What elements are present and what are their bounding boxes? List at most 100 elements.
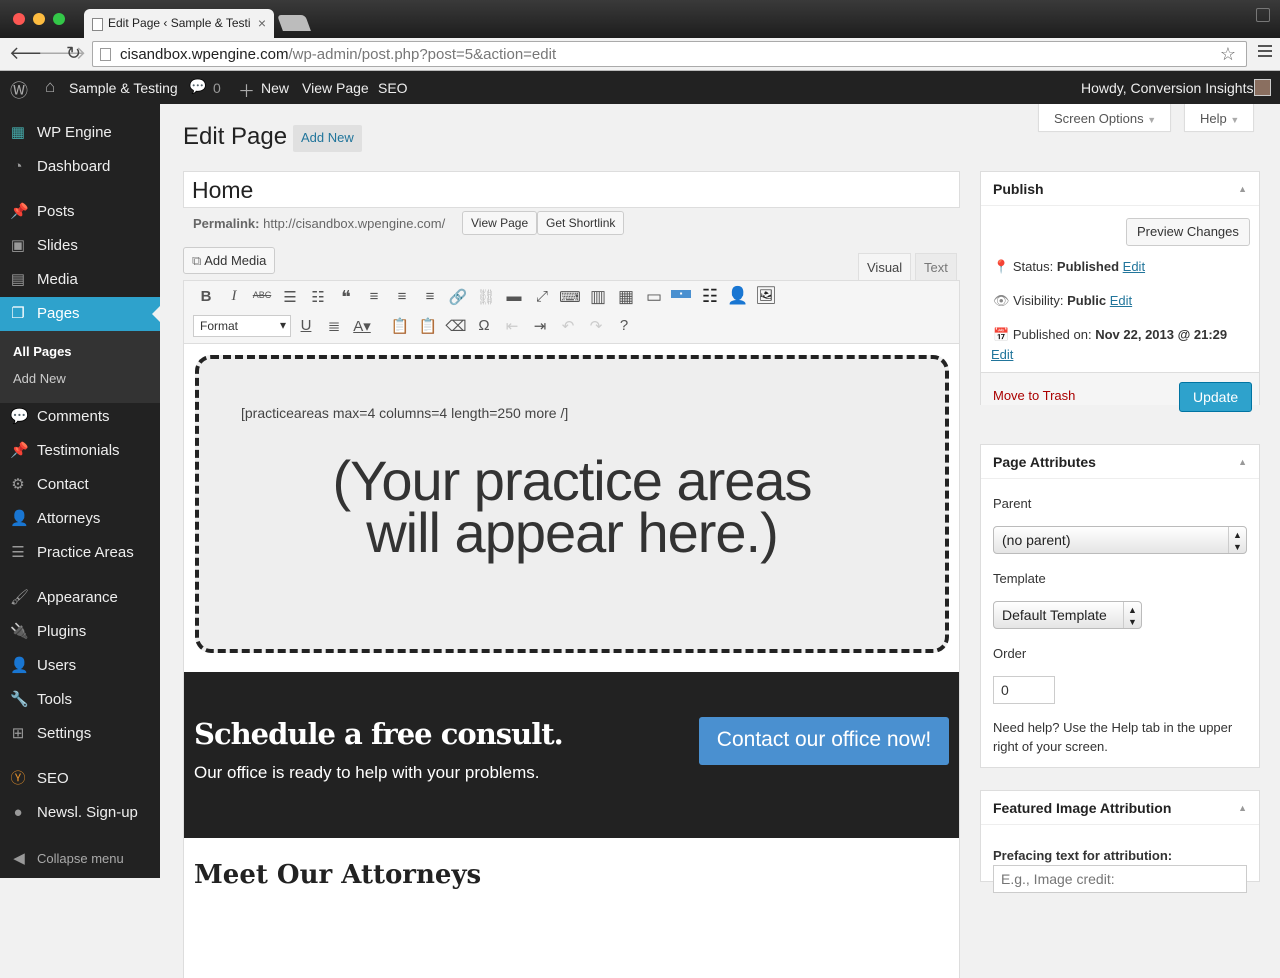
collapse-icon[interactable]: ▲	[1238, 184, 1247, 194]
site-name-link[interactable]: Sample & Testing	[69, 80, 178, 96]
browser-tab[interactable]: Edit Page ‹ Sample & Testi ×	[84, 9, 274, 38]
howdy-link[interactable]: Howdy, Conversion Insights	[1081, 80, 1253, 96]
toolbar-toggle-icon[interactable]: ⌨	[559, 288, 581, 306]
fullscreen-icon[interactable]	[1256, 8, 1270, 22]
preview-changes-button[interactable]: Preview Changes	[1126, 218, 1250, 246]
sidebar-item-posts[interactable]: 📌 Posts	[0, 195, 160, 229]
button-shortcode-icon[interactable]: ▪	[671, 290, 691, 298]
minimize-window-icon[interactable]	[33, 13, 45, 25]
close-window-icon[interactable]	[13, 13, 25, 25]
collapse-icon[interactable]: ▲	[1238, 457, 1247, 467]
outdent-icon[interactable]: ⇤	[501, 317, 523, 335]
edit-date-link[interactable]: Edit	[991, 347, 1013, 362]
featured-header[interactable]: Featured Image Attribution ▲	[981, 791, 1259, 825]
special-character-icon[interactable]: Ω	[473, 317, 495, 334]
underline-icon[interactable]: U	[295, 317, 317, 334]
format-select[interactable]: Format	[193, 315, 291, 337]
comment-icon[interactable]: 💬	[189, 78, 206, 95]
image-icon[interactable]: 🖼	[755, 286, 777, 306]
redo-icon[interactable]: ↷	[585, 317, 607, 335]
comments-count[interactable]: 0	[213, 80, 221, 96]
view-page-button[interactable]: View Page	[462, 211, 538, 235]
sidebar-item-testimonials[interactable]: 📌 Testimonials	[0, 434, 160, 468]
order-input[interactable]: 0	[993, 676, 1055, 704]
add-media-button[interactable]: ⧉ Add Media	[183, 247, 276, 274]
submenu-all-pages[interactable]: All Pages	[13, 344, 72, 359]
close-tab-icon[interactable]: ×	[258, 15, 266, 31]
new-link[interactable]: New	[261, 80, 289, 96]
home-icon[interactable]: ⌂	[45, 77, 55, 97]
sidebar-item-settings[interactable]: ⊞ Settings	[0, 717, 160, 751]
get-shortlink-button[interactable]: Get Shortlink	[537, 211, 625, 235]
paste-text-icon[interactable]: 📋	[389, 317, 411, 335]
numbered-list-icon[interactable]: ☷	[307, 288, 329, 306]
page-attributes-header[interactable]: Page Attributes ▲	[981, 445, 1259, 479]
collapse-menu-button[interactable]: ◀ Collapse menu	[0, 843, 160, 877]
grid-icon[interactable]: ▦	[615, 287, 637, 307]
update-button[interactable]: Update	[1179, 382, 1253, 412]
sidebar-item-seo[interactable]: Ⓨ SEO	[0, 762, 160, 796]
browser-menu-icon[interactable]	[1258, 45, 1272, 60]
align-left-icon[interactable]: ≡	[363, 288, 385, 305]
move-to-trash-link[interactable]: Move to Trash	[993, 388, 1075, 403]
blockquote-icon[interactable]: ❝	[335, 287, 357, 308]
sidebar-item-dashboard[interactable]: ◔ Dashboard	[0, 150, 160, 184]
reload-icon[interactable]: ↻	[66, 43, 81, 64]
sidebar-item-comments[interactable]: 💬 Comments	[0, 400, 160, 434]
sidebar-item-attorneys[interactable]: 👤 Attorneys	[0, 502, 160, 536]
url-input[interactable]: cisandbox.wpengine.com/wp-admin/post.php…	[92, 41, 1247, 67]
sidebar-item-plugins[interactable]: 🔌 Plugins	[0, 615, 160, 649]
justify-icon[interactable]: ≣	[323, 317, 345, 335]
window-icon[interactable]: ▭	[643, 287, 665, 307]
align-center-icon[interactable]: ≡	[391, 288, 413, 305]
edit-visibility-link[interactable]: Edit	[1110, 293, 1132, 308]
help-button[interactable]: Help ▼	[1184, 104, 1255, 132]
undo-icon[interactable]: ↶	[557, 317, 579, 335]
list-icon[interactable]: ☷	[699, 286, 721, 307]
plus-icon[interactable]: ＋	[238, 77, 255, 102]
indent-icon[interactable]: ⇥	[529, 317, 551, 335]
columns-icon[interactable]: ▥	[587, 287, 609, 307]
sidebar-item-wp-engine[interactable]: ▦ WP Engine	[0, 116, 160, 150]
editor-content[interactable]: [practiceareas max=4 columns=4 length=25…	[184, 345, 959, 978]
post-title-input[interactable]: Home	[183, 171, 960, 208]
screen-options-button[interactable]: Screen Options ▼	[1038, 104, 1172, 132]
user-icon[interactable]: 👤	[727, 286, 749, 306]
fullscreen-icon[interactable]: ⤢	[531, 288, 553, 305]
sidebar-item-media[interactable]: ▤ Media	[0, 263, 160, 297]
tab-text[interactable]: Text	[915, 253, 957, 281]
sidebar-item-appearance[interactable]: 🖌 Appearance	[0, 581, 160, 615]
permalink-url[interactable]: http://cisandbox.wpengine.com/	[263, 216, 445, 231]
sidebar-item-newsletter[interactable]: ● Newsl. Sign-up	[0, 796, 160, 830]
tab-visual[interactable]: Visual	[858, 253, 912, 281]
submenu-add-new[interactable]: Add New	[13, 371, 66, 386]
new-tab-button[interactable]	[277, 15, 311, 31]
template-select[interactable]: Default Template ▲ ▼	[993, 601, 1142, 629]
align-right-icon[interactable]: ≡	[419, 288, 441, 305]
prefacing-input[interactable]	[993, 865, 1247, 893]
text-color-icon[interactable]: A▾	[351, 317, 373, 335]
sidebar-item-tools[interactable]: 🔧 Tools	[0, 683, 160, 717]
seo-link[interactable]: SEO	[378, 80, 408, 96]
sidebar-item-contact[interactable]: ⚙ Contact	[0, 468, 160, 502]
link-icon[interactable]: 🔗	[447, 288, 469, 306]
sidebar-item-practice-areas[interactable]: ☰ Practice Areas	[0, 536, 160, 570]
collapse-icon[interactable]: ▲	[1238, 803, 1247, 813]
add-new-button[interactable]: Add New	[293, 125, 362, 152]
unlink-icon[interactable]: ⛓	[475, 288, 497, 306]
help-icon[interactable]: ?	[613, 317, 635, 334]
sidebar-item-slides[interactable]: ▣ Slides	[0, 229, 160, 263]
sidebar-item-users[interactable]: 👤 Users	[0, 649, 160, 683]
strikethrough-icon[interactable]: ABC	[251, 290, 273, 300]
contact-office-button[interactable]: Contact our office now!	[699, 717, 949, 765]
sidebar-item-pages[interactable]: ❐ Pages	[0, 297, 160, 331]
publish-header[interactable]: Publish ▲	[981, 172, 1259, 206]
edit-status-link[interactable]: Edit	[1123, 259, 1145, 274]
paste-word-icon[interactable]: 📋	[417, 317, 439, 335]
wordpress-logo-icon[interactable]: Ⓦ	[10, 77, 28, 103]
view-page-link[interactable]: View Page	[302, 80, 369, 96]
parent-select[interactable]: (no parent) ▲ ▼	[993, 526, 1247, 554]
more-tag-icon[interactable]: ▬	[503, 288, 525, 305]
maximize-window-icon[interactable]	[53, 13, 65, 25]
avatar[interactable]	[1254, 79, 1271, 96]
